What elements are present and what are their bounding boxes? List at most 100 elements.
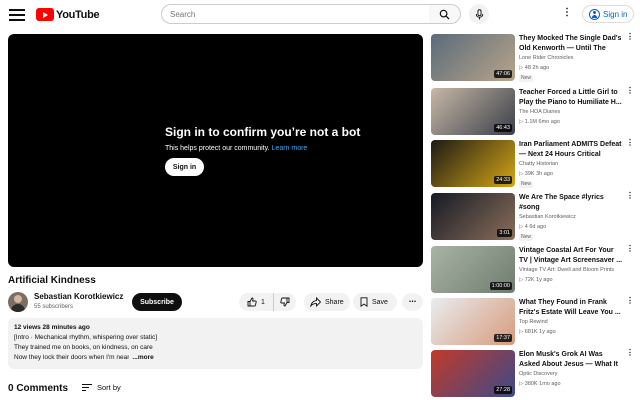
video-menu-icon[interactable]: ⋮ xyxy=(624,297,636,308)
recommended-video-stats: ▷ 4 6d ago xyxy=(519,224,547,230)
video-thumbnail[interactable]: 1:00:00 xyxy=(431,246,515,293)
video-duration: 27:28 xyxy=(494,386,512,394)
video-menu-icon[interactable]: ⋮ xyxy=(624,87,636,98)
search-input[interactable] xyxy=(170,6,420,22)
dislike-button[interactable] xyxy=(274,293,296,311)
header-signin-button[interactable]: Sign in xyxy=(582,5,635,23)
sort-icon xyxy=(82,383,92,392)
video-thumbnail[interactable]: 24:33 xyxy=(431,140,515,187)
video-thumbnail[interactable]: 47:06 xyxy=(431,34,515,81)
recommended-video[interactable]: 24:33 Iran Parliament ADMITS Defeat — Nex… xyxy=(431,139,640,189)
recommended-video-stats: ▷ 72K 1y ago xyxy=(519,277,553,283)
recommended-video-stats: ▷ 1.1M 6mo ago xyxy=(519,119,560,125)
top-bar: YouTube ⋮ Sign in xyxy=(0,0,640,30)
new-badge: New xyxy=(519,234,534,241)
recommended-video-stats: ▷ 39K 3h ago xyxy=(519,171,553,177)
video-title: Artificial Kindness xyxy=(8,275,96,286)
player-signin-button[interactable]: Sign in xyxy=(165,158,204,176)
video-duration: 47:06 xyxy=(494,70,512,78)
learn-more-link[interactable]: Learn more xyxy=(272,145,308,152)
recommended-video-title[interactable]: What They Found in Frank Fritz's Estate … xyxy=(519,298,623,318)
voice-search-button[interactable] xyxy=(469,4,489,24)
bot-check-text: This helps protect our community. xyxy=(165,145,270,152)
video-duration: 1:00:00 xyxy=(489,282,512,290)
video-duration: 3:01 xyxy=(497,229,512,237)
new-badge: New xyxy=(519,181,534,188)
recommended-video[interactable]: 1:00:00 Vintage Coastal Art For Your TV |… xyxy=(431,245,640,295)
user-icon xyxy=(589,8,600,20)
microphone-icon xyxy=(475,8,483,20)
menu-icon[interactable] xyxy=(9,7,25,21)
video-duration: 17:37 xyxy=(494,334,512,342)
view-count-date: 12 views 28 minutes ago xyxy=(14,324,90,331)
recommended-video[interactable]: 27:28 Elon Musk's Grok AI Was Asked About… xyxy=(431,349,640,399)
video-duration: 24:33 xyxy=(494,176,512,184)
bookmark-icon xyxy=(360,297,368,307)
video-thumbnail[interactable]: 46:43 xyxy=(431,88,515,135)
thumbs-up-icon xyxy=(247,297,257,307)
more-actions-button[interactable]: ... xyxy=(402,293,423,311)
share-label: Share xyxy=(325,298,344,306)
like-dislike-group: 1 xyxy=(239,293,296,311)
logo-text: YouTube xyxy=(56,8,100,21)
subscribe-button[interactable]: Subscribe xyxy=(132,293,182,311)
subscriber-count: 55 subscribers xyxy=(34,304,74,310)
recommended-video-stats: ▷ 48 2h ago xyxy=(519,65,550,71)
recommended-video-title[interactable]: Teacher Forced a Little Girl to Play the… xyxy=(519,88,623,108)
recommended-channel-name[interactable]: Vintage TV Art: Dwell and Bloom Prints xyxy=(519,267,614,273)
show-more-link[interactable]: ...more xyxy=(132,353,153,363)
youtube-logo[interactable]: YouTube xyxy=(36,8,100,21)
new-badge: New xyxy=(519,75,534,82)
video-menu-icon[interactable]: ⋮ xyxy=(624,349,636,360)
recommended-video-title[interactable]: Elon Musk's Grok AI Was Asked About Jesu… xyxy=(519,350,623,370)
recommended-channel-name[interactable]: Top Rewind xyxy=(519,319,548,325)
video-menu-icon[interactable]: ⋮ xyxy=(624,192,636,203)
comments-count: 0 Comments xyxy=(8,383,69,394)
header-signin-label: Sign in xyxy=(603,9,628,19)
like-button[interactable]: 1 xyxy=(239,293,274,311)
video-menu-icon[interactable]: ⋮ xyxy=(624,245,636,256)
video-menu-icon[interactable]: ⋮ xyxy=(624,33,636,44)
like-count: 1 xyxy=(261,298,265,306)
recommended-video[interactable]: 47:06 They Mocked The Single Dad's Old Ke… xyxy=(431,33,640,83)
video-thumbnail[interactable]: 17:37 xyxy=(431,298,515,345)
settings-more-icon[interactable]: ⋮ xyxy=(560,8,574,20)
description-line: [Intro · Mechanical rhythm, whispering o… xyxy=(14,334,158,341)
recommended-channel-name[interactable]: Lone Rider Chronicles xyxy=(519,55,573,61)
description-line: They trained me on books, on kindness, o… xyxy=(14,344,153,351)
share-icon xyxy=(310,297,321,307)
channel-avatar[interactable] xyxy=(8,292,28,312)
recommended-video-stats: ▷ 380K 1mo ago xyxy=(519,381,561,387)
thumbs-down-icon xyxy=(280,297,290,307)
video-thumbnail[interactable]: 27:28 xyxy=(431,350,515,397)
search-button[interactable] xyxy=(429,4,461,24)
bot-check-subtitle: This helps protect our community. Learn m… xyxy=(165,145,307,152)
sort-by-label: Sort by xyxy=(97,383,121,392)
search-box xyxy=(161,4,430,24)
recommended-channel-name[interactable]: The HOA Diaries xyxy=(519,109,560,115)
recommended-video-title[interactable]: We Are The Space #lyrics #song xyxy=(519,193,623,213)
video-duration: 46:43 xyxy=(494,124,512,132)
bot-check-title: Sign in to confirm you’re not a bot xyxy=(165,125,361,139)
recommended-video-title[interactable]: They Mocked The Single Dad's Old Kenwort… xyxy=(519,34,623,54)
recommended-video-title[interactable]: Vintage Coastal Art For Your TV | Vintag… xyxy=(519,246,623,266)
save-label: Save xyxy=(372,298,388,306)
recommended-channel-name[interactable]: Optic Discovery xyxy=(519,371,558,377)
channel-name[interactable]: Sebastian Korotkiewicz xyxy=(34,292,123,301)
recommended-channel-name[interactable]: Sebastian Korotkiewicz xyxy=(519,214,576,220)
video-menu-icon[interactable]: ⋮ xyxy=(624,139,636,150)
youtube-play-icon xyxy=(36,8,54,21)
recommended-video[interactable]: 46:43 Teacher Forced a Little Girl to Pla… xyxy=(431,87,640,137)
recommended-video-stats: ▷ 681K 1y ago xyxy=(519,329,556,335)
search-icon xyxy=(439,9,450,20)
video-player[interactable]: Sign in to confirm you’re not a bot This… xyxy=(8,34,423,267)
description-box[interactable]: 12 views 28 minutes ago [Intro · Mechani… xyxy=(8,318,423,369)
video-thumbnail[interactable]: 3:01 xyxy=(431,193,515,240)
recommended-video[interactable]: 3:01 We Are The Space #lyrics #song Sebast… xyxy=(431,192,640,242)
recommended-video[interactable]: 17:37 What They Found in Frank Fritz's Es… xyxy=(431,297,640,347)
save-button[interactable]: Save xyxy=(353,293,397,311)
sort-by-button[interactable]: Sort by xyxy=(82,383,121,392)
share-button[interactable]: Share xyxy=(304,293,350,311)
recommended-video-title[interactable]: Iran Parliament ADMITS Defeat — Next 24 … xyxy=(519,140,623,160)
recommended-channel-name[interactable]: Chatty Historian xyxy=(519,161,558,167)
